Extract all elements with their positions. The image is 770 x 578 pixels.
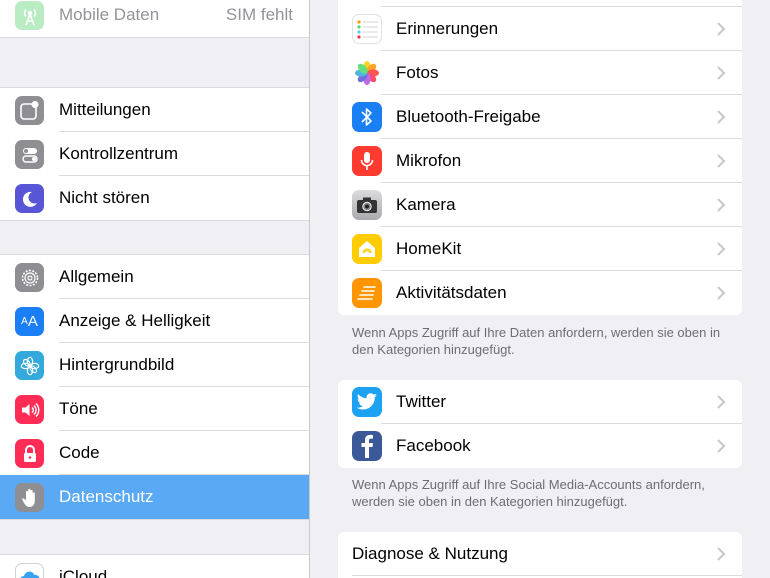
moon-icon xyxy=(15,184,44,213)
permission-label: Twitter xyxy=(396,392,447,411)
sidebar-item-label: Mitteilungen xyxy=(59,100,151,119)
flower-icon xyxy=(15,351,44,380)
sidebar-item-label: Anzeige & Helligkeit xyxy=(59,311,211,330)
sidebar-item-do-not-disturb[interactable]: Nicht stören xyxy=(0,176,309,220)
apps-permissions-footer: Wenn Apps Zugriff auf Ihre Daten anforde… xyxy=(352,325,721,357)
sidebar-group-general: Allgemein AA Anzeige & Helligkeit Hinter… xyxy=(0,254,309,520)
activity-icon xyxy=(352,278,382,308)
facebook-icon xyxy=(352,431,382,461)
privacy-detail-pane: Erinnerungen Fotos Bluetooth-Freigabe Mi… xyxy=(310,0,770,578)
permission-label: Mikrofon xyxy=(396,151,462,170)
chevron-right-icon xyxy=(717,395,726,409)
control-center-icon xyxy=(15,140,44,169)
reminders-icon xyxy=(352,14,382,44)
notifications-icon xyxy=(15,96,44,125)
permission-row-microphone[interactable]: Mikrofon xyxy=(338,139,742,183)
permission-label: Fotos xyxy=(396,63,439,82)
permission-row-homekit[interactable]: HomeKit xyxy=(338,227,742,271)
sidebar-item-mobile-data[interactable]: Mobile Daten SIM fehlt xyxy=(0,0,309,37)
sidebar-item-label: Töne xyxy=(59,399,98,418)
sidebar-item-wallpaper[interactable]: Hintergrundbild xyxy=(0,343,309,387)
speaker-icon xyxy=(15,395,44,424)
permission-row-photos[interactable]: Fotos xyxy=(338,51,742,95)
twitter-icon xyxy=(352,387,382,417)
chevron-right-icon xyxy=(717,242,726,256)
permission-label: Facebook xyxy=(396,436,471,455)
sim-status-value: SIM fehlt xyxy=(225,5,293,24)
hand-icon xyxy=(15,483,44,512)
permission-label: Bluetooth-Freigabe xyxy=(396,107,541,126)
cloud-icon xyxy=(15,563,44,578)
chevron-right-icon xyxy=(717,198,726,212)
chevron-right-icon xyxy=(717,66,726,80)
sidebar-item-general[interactable]: Allgemein xyxy=(0,255,309,299)
sidebar-item-label: Kontrollzentrum xyxy=(59,144,179,163)
sidebar-item-label: Allgemein xyxy=(59,267,134,286)
sidebar-item-label: Hintergrundbild xyxy=(59,355,175,374)
chevron-right-icon xyxy=(717,439,726,453)
sidebar-group-notifications: Mitteilungen Kontrollzentrum Nicht störe… xyxy=(0,87,309,221)
sidebar-item-label: iCloud xyxy=(59,567,108,578)
sidebar-item-label: Datenschutz xyxy=(59,487,154,506)
permission-row-camera[interactable]: Kamera xyxy=(338,183,742,227)
sidebar-item-label: Code xyxy=(59,443,100,462)
sidebar-item-notifications[interactable]: Mitteilungen xyxy=(0,88,309,132)
sidebar-item-display-brightness[interactable]: AA Anzeige & Helligkeit xyxy=(0,299,309,343)
camera-icon xyxy=(352,190,382,220)
diagnostics-usage-row[interactable]: Diagnose & Nutzung xyxy=(338,532,742,576)
sidebar-item-passcode[interactable]: Code xyxy=(0,431,309,475)
home-icon xyxy=(352,234,382,264)
chevron-right-icon xyxy=(717,110,726,124)
chevron-right-icon xyxy=(717,22,726,36)
text-size-icon: AA xyxy=(15,307,44,336)
diagnostics-group: Diagnose & Nutzung xyxy=(338,532,742,578)
photos-icon xyxy=(352,58,382,88)
apps-permissions-group: Erinnerungen Fotos Bluetooth-Freigabe Mi… xyxy=(338,0,742,315)
permission-label: HomeKit xyxy=(396,239,462,258)
social-accounts-footer: Wenn Apps Zugriff auf Ihre Social Media-… xyxy=(352,477,705,509)
sidebar-item-sounds[interactable]: Töne xyxy=(0,387,309,431)
diagnostics-label: Diagnose & Nutzung xyxy=(352,544,508,563)
permission-label: Kamera xyxy=(396,195,456,214)
social-accounts-group: Twitter Facebook xyxy=(338,380,742,468)
sidebar-item-label: Nicht stören xyxy=(59,188,150,207)
sidebar-group-connectivity: Mobile Daten SIM fehlt xyxy=(0,0,309,38)
sidebar-item-privacy[interactable]: Datenschutz xyxy=(0,475,309,519)
permission-row-bluetooth[interactable]: Bluetooth-Freigabe xyxy=(338,95,742,139)
permission-row[interactable] xyxy=(338,0,742,7)
settings-sidebar: Mobile Daten SIM fehlt Mitteilungen Kont… xyxy=(0,0,309,578)
chevron-right-icon xyxy=(717,286,726,300)
sidebar-item-icloud[interactable]: iCloud xyxy=(0,555,309,578)
lock-icon xyxy=(15,439,44,468)
antenna-icon xyxy=(15,1,44,30)
gear-icon xyxy=(15,263,44,292)
sidebar-group-accounts: iCloud xyxy=(0,554,309,578)
permission-label: Erinnerungen xyxy=(396,19,499,38)
chevron-right-icon xyxy=(717,154,726,168)
permission-row-facebook[interactable]: Facebook xyxy=(338,424,742,468)
permission-row-reminders[interactable]: Erinnerungen xyxy=(338,7,742,51)
microphone-icon xyxy=(352,146,382,176)
chevron-right-icon xyxy=(717,547,726,561)
bluetooth-icon xyxy=(352,102,382,132)
sidebar-item-label: Mobile Daten xyxy=(59,5,160,24)
permission-row-twitter[interactable]: Twitter xyxy=(338,380,742,424)
sidebar-item-control-center[interactable]: Kontrollzentrum xyxy=(0,132,309,176)
permission-row-activity[interactable]: Aktivitätsdaten xyxy=(338,271,742,315)
permission-label: Aktivitätsdaten xyxy=(396,283,507,302)
